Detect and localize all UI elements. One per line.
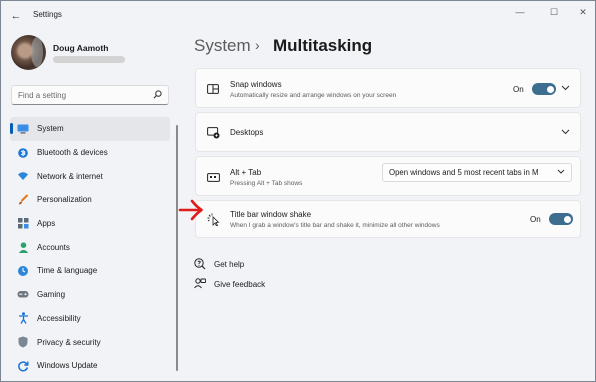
sidebar-item-gaming[interactable]: Gaming	[10, 283, 170, 307]
sidebar-item-bluetooth[interactable]: Bluetooth & devices	[10, 141, 170, 165]
chevron-down-icon[interactable]	[561, 83, 570, 93]
shake-toggle[interactable]	[549, 213, 573, 225]
give-feedback-link[interactable]: Give feedback	[194, 277, 265, 291]
shake-subtitle: When I grab a window's title bar and sha…	[230, 222, 440, 229]
title-bar: ← Settings — ☐ ✕	[1, 1, 595, 31]
update-icon	[17, 360, 29, 372]
snap-windows-toggle[interactable]	[532, 83, 556, 95]
alt-tab-subtitle: Pressing Alt + Tab shows	[230, 180, 303, 187]
sidebar-item-label: Network & internet	[37, 171, 103, 181]
get-help-link[interactable]: Get help	[194, 257, 244, 271]
breadcrumb-separator-icon: ›	[255, 37, 260, 53]
person-icon	[17, 241, 29, 253]
sidebar-item-network[interactable]: Network & internet	[10, 164, 170, 188]
apps-icon	[17, 218, 29, 230]
settings-window: ← Settings — ☐ ✕ Doug Aamoth System	[0, 0, 596, 382]
breadcrumb-root[interactable]: System	[194, 36, 251, 56]
search-input[interactable]	[18, 89, 148, 102]
wifi-icon	[17, 170, 29, 182]
snap-windows-subtitle: Automatically resize and arrange windows…	[230, 92, 397, 99]
sidebar-item-privacy-security[interactable]: Privacy & security	[10, 330, 170, 354]
red-arrow-annotation-icon	[178, 199, 203, 221]
desktops-card[interactable]: Desktops	[195, 112, 581, 152]
gamepad-icon	[17, 289, 29, 301]
sidebar-scrollbar[interactable]	[176, 125, 178, 371]
snap-windows-card[interactable]: Snap windows Automatically resize and ar…	[195, 68, 581, 108]
globe-clock-icon	[17, 265, 29, 277]
sidebar-item-label: Accounts	[37, 242, 70, 252]
shake-cursor-icon	[206, 212, 220, 226]
alt-tab-selected-value: Open windows and 5 most recent tabs in M	[389, 168, 539, 177]
back-button[interactable]: ←	[7, 7, 25, 25]
user-name: Doug Aamoth	[53, 43, 109, 53]
user-email-redacted	[53, 56, 125, 63]
shake-toggle-state: On	[530, 215, 541, 224]
sidebar-item-apps[interactable]: Apps	[10, 212, 170, 236]
close-icon: ✕	[579, 6, 587, 17]
title-bar-shake-card: Title bar window shake When I grab a win…	[195, 200, 581, 238]
sidebar-item-personalization[interactable]: Personalization	[10, 188, 170, 212]
search-icon[interactable]	[153, 90, 162, 101]
avatar[interactable]	[11, 35, 46, 70]
give-feedback-label: Give feedback	[214, 279, 266, 289]
sidebar-item-windows-update[interactable]: Windows Update	[10, 354, 170, 378]
monitor-icon	[17, 123, 29, 135]
sidebar-item-label: Bluetooth & devices	[37, 148, 108, 158]
sidebar-item-time-language[interactable]: Time & language	[10, 259, 170, 283]
desktops-icon	[206, 126, 220, 140]
sidebar-item-label: Gaming	[37, 290, 66, 300]
sidebar-item-label: Windows Update	[37, 361, 98, 371]
back-arrow-icon: ←	[10, 10, 22, 22]
sidebar-item-accounts[interactable]: Accounts	[10, 235, 170, 259]
sidebar-item-label: Accessibility	[37, 313, 81, 323]
snap-layout-icon	[206, 82, 220, 96]
search-box[interactable]	[11, 85, 169, 105]
desktops-title: Desktops	[230, 128, 264, 137]
chevron-down-icon[interactable]	[561, 127, 570, 137]
alt-tab-dropdown[interactable]: Open windows and 5 most recent tabs in M	[382, 163, 572, 182]
snap-toggle-state: On	[513, 85, 524, 94]
alt-tab-card: Alt + Tab Pressing Alt + Tab shows Open …	[195, 156, 581, 196]
sidebar-item-label: Time & language	[37, 266, 98, 276]
accessibility-icon	[17, 312, 29, 325]
maximize-icon: ☐	[549, 6, 559, 17]
get-help-label: Get help	[214, 259, 245, 269]
minimize-button[interactable]: —	[506, 3, 534, 21]
shake-title: Title bar window shake	[230, 210, 312, 219]
sidebar-item-label: Personalization	[37, 195, 92, 205]
maximize-button[interactable]: ☐	[540, 3, 568, 21]
sidebar-item-accessibility[interactable]: Accessibility	[10, 307, 170, 331]
minimize-icon: —	[515, 7, 525, 17]
sidebar-nav: System Bluetooth & devices Network & int…	[10, 117, 170, 378]
help-icon	[194, 258, 206, 270]
app-title: Settings	[33, 10, 62, 19]
alt-tab-icon	[206, 170, 220, 184]
sidebar-item-system[interactable]: System	[10, 117, 170, 141]
sidebar-item-label: System	[37, 124, 64, 134]
feedback-icon	[194, 278, 206, 290]
bluetooth-icon	[17, 147, 29, 159]
sidebar-item-label: Privacy & security	[37, 337, 101, 347]
page-title: Multitasking	[273, 36, 373, 55]
snap-windows-title: Snap windows	[230, 80, 282, 89]
sidebar-item-label: Apps	[37, 219, 56, 229]
shield-icon	[17, 336, 29, 348]
brush-icon	[17, 194, 29, 206]
chevron-down-icon	[557, 167, 565, 176]
close-button[interactable]: ✕	[569, 3, 595, 21]
alt-tab-title: Alt + Tab	[230, 168, 262, 177]
